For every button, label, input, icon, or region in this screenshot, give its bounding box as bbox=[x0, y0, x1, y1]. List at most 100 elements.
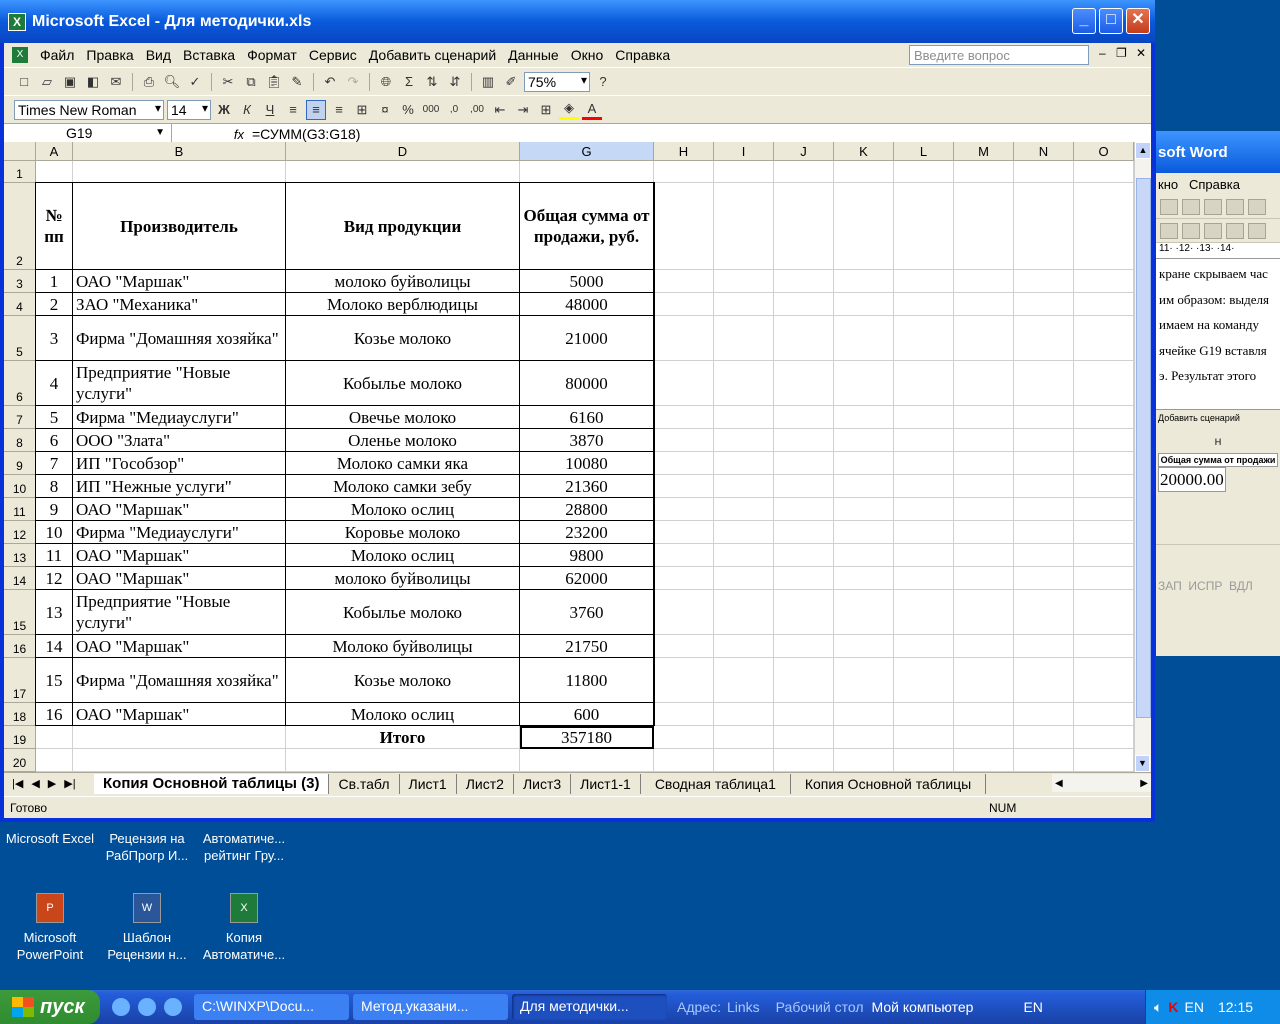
cell[interactable] bbox=[654, 567, 714, 590]
cell[interactable] bbox=[1074, 406, 1134, 429]
cell[interactable] bbox=[654, 293, 714, 316]
cell-num[interactable]: 13 bbox=[36, 590, 73, 635]
column-header[interactable]: N bbox=[1014, 142, 1074, 161]
cell[interactable] bbox=[894, 361, 954, 406]
task-word[interactable]: Метод.указани... bbox=[353, 994, 508, 1020]
row-header[interactable]: 13 bbox=[4, 544, 36, 567]
cell-sum[interactable]: 6160 bbox=[520, 406, 654, 429]
cell-num[interactable]: 11 bbox=[36, 544, 73, 567]
cell[interactable] bbox=[894, 635, 954, 658]
cell[interactable] bbox=[894, 749, 954, 772]
cell[interactable] bbox=[1014, 183, 1074, 270]
cell[interactable] bbox=[774, 498, 834, 521]
word-document[interactable]: кране скрываем час им образом: выделя им… bbox=[1156, 259, 1280, 409]
cell[interactable] bbox=[834, 567, 894, 590]
cell[interactable] bbox=[36, 161, 73, 183]
cell-num[interactable]: 15 bbox=[36, 658, 73, 703]
row-header[interactable]: 7 bbox=[4, 406, 36, 429]
scroll-up-icon[interactable]: ▲ bbox=[1135, 142, 1151, 159]
cell[interactable] bbox=[1014, 270, 1074, 293]
cell-sum[interactable]: 62000 bbox=[520, 567, 654, 590]
sort-asc-icon[interactable]: ⇅ bbox=[422, 72, 442, 92]
cell[interactable] bbox=[834, 452, 894, 475]
cell[interactable] bbox=[894, 316, 954, 361]
save-icon[interactable]: ▣ bbox=[60, 72, 80, 92]
cell[interactable] bbox=[894, 658, 954, 703]
row-header[interactable]: 2 bbox=[4, 183, 36, 270]
cell[interactable] bbox=[36, 726, 73, 749]
row-header[interactable]: 20 bbox=[4, 749, 36, 772]
cell-product[interactable]: Молоко самки яка bbox=[286, 452, 520, 475]
cell[interactable] bbox=[774, 726, 834, 749]
row-header[interactable]: 16 bbox=[4, 635, 36, 658]
cell-num[interactable]: 2 bbox=[36, 293, 73, 316]
desktop-icon-rating[interactable]: Автоматиче... рейтинг Гру... bbox=[196, 830, 292, 864]
media-icon[interactable] bbox=[138, 998, 156, 1016]
cell[interactable] bbox=[774, 361, 834, 406]
cell-maker[interactable]: ОАО "Маршак" bbox=[73, 498, 286, 521]
email-icon[interactable]: ✉ bbox=[106, 72, 126, 92]
cell[interactable] bbox=[73, 161, 286, 183]
cell[interactable] bbox=[654, 361, 714, 406]
cell[interactable] bbox=[714, 498, 774, 521]
cell[interactable] bbox=[654, 316, 714, 361]
cell[interactable] bbox=[894, 521, 954, 544]
function-icon[interactable]: fx bbox=[172, 127, 252, 142]
cell[interactable] bbox=[714, 475, 774, 498]
cell[interactable] bbox=[894, 498, 954, 521]
italic-icon[interactable]: К bbox=[237, 100, 257, 120]
cell[interactable] bbox=[954, 161, 1014, 183]
doc-minimize-icon[interactable]: – bbox=[1099, 46, 1106, 60]
menu-edit[interactable]: Правка bbox=[80, 47, 139, 63]
first-sheet-icon[interactable]: |◀ bbox=[12, 777, 23, 790]
cell-sum[interactable]: 23200 bbox=[520, 521, 654, 544]
cell[interactable] bbox=[774, 635, 834, 658]
cell[interactable] bbox=[954, 635, 1014, 658]
vertical-scrollbar[interactable]: ▲ ▼ bbox=[1134, 142, 1151, 772]
header-maker[interactable]: Производитель bbox=[73, 183, 286, 270]
cell[interactable] bbox=[954, 361, 1014, 406]
menu-window[interactable]: Окно bbox=[565, 47, 610, 63]
outdent-icon[interactable] bbox=[1226, 223, 1244, 239]
cell[interactable] bbox=[834, 183, 894, 270]
sheet-tab[interactable]: Копия Основной таблицы (3) bbox=[94, 773, 330, 794]
cell-product[interactable]: Молоко верблюдицы bbox=[286, 293, 520, 316]
cell[interactable] bbox=[954, 293, 1014, 316]
cell-maker[interactable]: ЗАО "Механика" bbox=[73, 293, 286, 316]
cell[interactable] bbox=[1014, 429, 1074, 452]
cell[interactable] bbox=[1014, 590, 1074, 635]
cell-sum[interactable]: 5000 bbox=[520, 270, 654, 293]
menu-insert[interactable]: Вставка bbox=[177, 47, 241, 63]
cell[interactable] bbox=[954, 658, 1014, 703]
cell-sum[interactable]: 21750 bbox=[520, 635, 654, 658]
name-box[interactable]: G19 bbox=[4, 124, 172, 144]
cell[interactable] bbox=[834, 361, 894, 406]
cell[interactable] bbox=[1074, 521, 1134, 544]
currency-icon[interactable]: ¤ bbox=[375, 100, 395, 120]
cell[interactable] bbox=[1014, 521, 1074, 544]
cell[interactable] bbox=[714, 726, 774, 749]
cell[interactable] bbox=[714, 749, 774, 772]
font-name-select[interactable]: Times New Roman bbox=[14, 99, 164, 120]
sheet-tab[interactable]: Сводная таблица1 bbox=[641, 773, 791, 794]
cell[interactable] bbox=[1074, 316, 1134, 361]
cell[interactable] bbox=[954, 544, 1014, 567]
maximize-button[interactable]: □ bbox=[1099, 8, 1123, 34]
cell[interactable] bbox=[654, 475, 714, 498]
cell[interactable] bbox=[894, 183, 954, 270]
cell-product[interactable]: Кобылье молоко bbox=[286, 361, 520, 406]
sheet-tab[interactable]: Лист1-1 bbox=[571, 773, 641, 794]
autosum-icon[interactable]: Σ bbox=[399, 72, 419, 92]
cell[interactable] bbox=[834, 590, 894, 635]
sheet-tab[interactable]: Лист3 bbox=[514, 773, 572, 794]
ask-question-input[interactable]: Введите вопрос bbox=[909, 45, 1089, 65]
scroll-thumb[interactable] bbox=[1136, 178, 1151, 718]
cell[interactable] bbox=[774, 406, 834, 429]
cell-sum[interactable]: 28800 bbox=[520, 498, 654, 521]
column-header[interactable]: I bbox=[714, 142, 774, 161]
cell-maker[interactable]: Фирма "Медиауслуги" bbox=[73, 406, 286, 429]
scroll-left-icon[interactable]: ◀ bbox=[1055, 778, 1063, 789]
cell-num[interactable]: 3 bbox=[36, 316, 73, 361]
cell[interactable] bbox=[894, 161, 954, 183]
prev-sheet-icon[interactable]: ◀ bbox=[31, 777, 39, 790]
